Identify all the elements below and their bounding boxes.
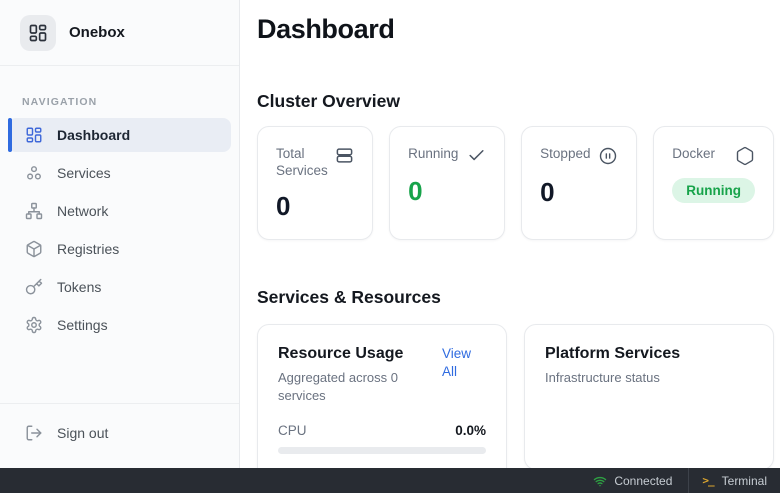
platform-services-title: Platform Services [545, 345, 753, 363]
terminal-button[interactable]: >_ Terminal [689, 468, 780, 493]
network-icon [25, 202, 43, 220]
onebox-logo-icon[interactable] [20, 15, 56, 51]
sign-out-button[interactable]: Sign out [8, 416, 231, 450]
stat-card-running: Running 0 [389, 126, 505, 240]
stat-value: 0 [276, 191, 354, 222]
sidebar-item-label: Tokens [57, 279, 101, 295]
connection-status: Connected [577, 468, 688, 493]
terminal-icon: >_ [702, 474, 713, 487]
sidebar-item-label: Network [57, 203, 108, 219]
services-cluster-icon [25, 164, 43, 182]
sidebar-item-tokens[interactable]: Tokens [8, 270, 231, 304]
sidebar-nav: Dashboard Services Network [0, 118, 239, 346]
platform-services-subtitle: Infrastructure status [545, 369, 720, 387]
server-icon [335, 146, 354, 165]
sidebar-footer: Sign out [0, 403, 239, 468]
resource-usage-title: Resource Usage [278, 345, 442, 363]
cpu-value: 0.0% [455, 423, 486, 438]
layout-dashboard-icon [25, 126, 43, 144]
sidebar-item-services[interactable]: Services [8, 156, 231, 190]
hexagon-icon [735, 146, 755, 166]
sidebar: Onebox NAVIGATION Dashboard [0, 0, 240, 468]
sidebar-item-settings[interactable]: Settings [8, 308, 231, 342]
stat-label: Stopped [540, 145, 590, 162]
cpu-progress-bar [278, 447, 486, 454]
stats-grid: Total Services 0 Running [257, 126, 774, 240]
sidebar-item-network[interactable]: Network [8, 194, 231, 228]
terminal-label: Terminal [722, 474, 767, 488]
sidebar-item-registries[interactable]: Registries [8, 232, 231, 266]
cpu-label: CPU [278, 423, 307, 438]
page-title: Dashboard [257, 14, 774, 45]
sidebar-item-label: Settings [57, 317, 108, 333]
cpu-metric-row: CPU 0.0% [278, 423, 486, 438]
sidebar-item-label: Registries [57, 241, 119, 257]
wifi-icon [593, 474, 607, 488]
section-services-resources: Services & Resources [257, 287, 774, 308]
stat-label: Docker [672, 145, 715, 162]
platform-services-card: Platform Services Infrastructure status [524, 324, 774, 470]
key-icon [25, 278, 43, 296]
logout-icon [25, 424, 43, 442]
stat-value: 0 [408, 176, 486, 207]
stat-label: Running [408, 145, 458, 162]
check-icon [467, 146, 486, 165]
gear-icon [25, 316, 43, 334]
stat-card-docker: Docker Running [653, 126, 774, 240]
package-icon [25, 240, 43, 258]
stat-label: Total Services [276, 145, 335, 180]
stat-card-stopped: Stopped 0 [521, 126, 637, 240]
resource-usage-subtitle: Aggregated across 0 services [278, 369, 442, 404]
nav-section-label: NAVIGATION [22, 96, 217, 108]
brand-name: Onebox [69, 24, 125, 41]
brand: Onebox [0, 0, 239, 66]
statusbar: Connected >_ Terminal [0, 468, 780, 493]
sidebar-item-dashboard[interactable]: Dashboard [8, 118, 231, 152]
sidebar-item-label: Dashboard [57, 127, 130, 143]
sidebar-item-label: Services [57, 165, 111, 181]
view-all-link[interactable]: View All [442, 345, 486, 380]
status-badge: Running [672, 178, 755, 203]
sign-out-label: Sign out [57, 425, 108, 441]
section-cluster-overview: Cluster Overview [257, 91, 774, 112]
connection-label: Connected [614, 474, 672, 488]
stat-card-total-services: Total Services 0 [257, 126, 373, 240]
main-content: Dashboard Cluster Overview Total Service… [240, 0, 780, 468]
app-window: Onebox NAVIGATION Dashboard [0, 0, 780, 468]
pause-circle-icon [598, 146, 618, 166]
stat-value: 0 [540, 177, 618, 208]
